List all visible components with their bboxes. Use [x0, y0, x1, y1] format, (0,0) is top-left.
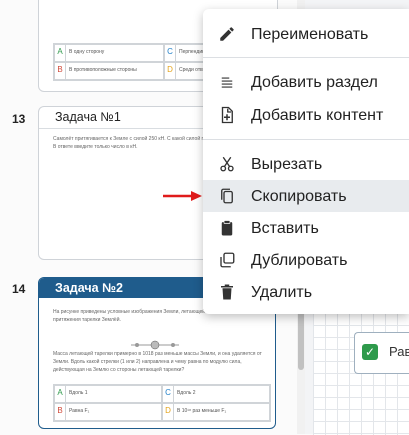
checkbox-checked-icon[interactable]: ✓	[362, 344, 378, 360]
copy-icon	[221, 188, 233, 204]
menu-item-duplicate[interactable]: Дублировать	[203, 244, 409, 276]
menu-item-delete[interactable]: Удалить	[203, 276, 409, 308]
option-a[interactable]: A Вдоль 1	[54, 385, 162, 403]
trash-icon	[221, 284, 233, 300]
earth-ufo-figure	[127, 337, 183, 350]
options-grid: A Вдоль 1 C Вдоль 2 B Равна F₁ DВ 10¹⁸ раз …	[53, 384, 271, 422]
option-b[interactable]: BВ противоположные стороны	[54, 62, 164, 80]
task-text: Масса летающей тарелки примерно в 1018 р…	[53, 351, 262, 373]
menu-item-cut[interactable]: Вырезать	[203, 148, 409, 180]
menu-item-copy[interactable]: Скопировать	[203, 180, 409, 212]
red-arrow-icon	[163, 191, 202, 201]
menu-item-add-content[interactable]: Добавить контент	[203, 99, 409, 131]
menu-divider	[203, 139, 409, 140]
option-b[interactable]: B Равна F₁	[54, 403, 162, 421]
option-c[interactable]: C Вдоль 2	[162, 385, 270, 403]
lines-icon	[221, 77, 233, 88]
context-menu: Переименовать Добавить раздел Добавить к…	[203, 9, 409, 314]
menu-item-add-section[interactable]: Добавить раздел	[203, 66, 409, 98]
option-a[interactable]: AВ одну сторону	[54, 44, 164, 62]
pencil-icon	[220, 27, 234, 41]
task-number: 13	[12, 112, 26, 126]
menu-divider	[203, 57, 409, 58]
document-plus-icon	[221, 106, 233, 124]
menu-item-paste[interactable]: Вставить	[203, 212, 409, 244]
option-d[interactable]: DВ 10¹⁸ раз меньше F₁	[162, 403, 270, 421]
answer-text: Рав	[389, 344, 409, 359]
clipboard-icon	[221, 220, 233, 236]
duplicate-icon	[220, 252, 235, 268]
scissors-icon	[220, 156, 234, 172]
menu-item-rename[interactable]: Переименовать	[203, 18, 409, 50]
task-number: 14	[12, 282, 26, 296]
